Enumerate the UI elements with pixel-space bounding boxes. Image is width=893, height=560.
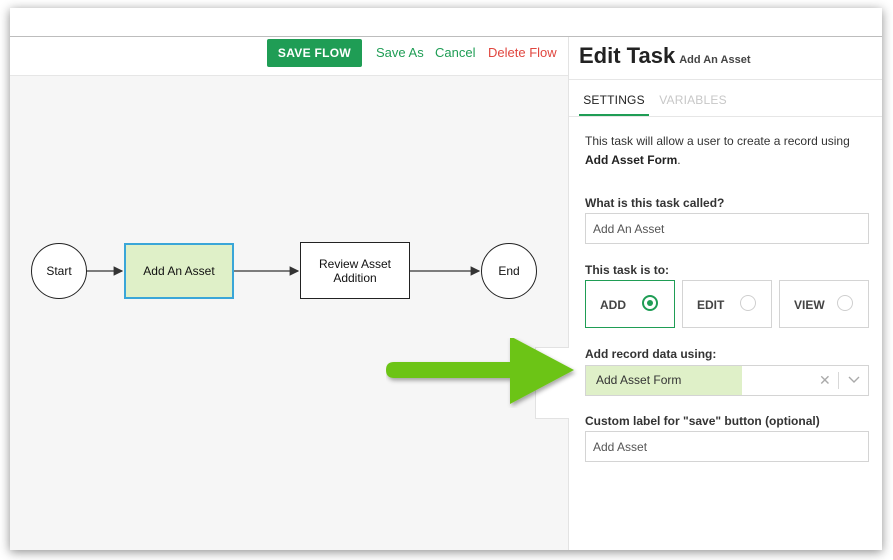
option-add-label: ADD	[600, 298, 626, 312]
option-view-label: VIEW	[794, 298, 825, 312]
save-flow-button[interactable]: SAVE FLOW	[267, 39, 362, 67]
flow-canvas[interactable]: Start Add An Asset Review Asset Addition…	[10, 76, 568, 550]
tab-variables[interactable]: VARIABLES	[657, 80, 729, 116]
flow-designer: SAVE FLOW Save As Cancel Delete Flow Sta…	[10, 37, 569, 550]
flow-node-label-line2: Addition	[333, 270, 377, 285]
app-window: SAVE FLOW Save As Cancel Delete Flow Sta…	[10, 8, 882, 550]
select-separator	[838, 372, 839, 389]
flow-node-label: End	[498, 264, 520, 278]
record-data-label: Add record data using:	[585, 347, 717, 361]
radio-unselected-icon	[837, 295, 853, 311]
save-label-label: Custom label for "save" button (optional…	[585, 414, 820, 428]
flow-node-review-asset[interactable]: Review Asset Addition	[300, 242, 410, 299]
flow-node-label: Add An Asset	[143, 264, 215, 278]
flow-node-add-asset[interactable]: Add An Asset	[124, 243, 234, 299]
option-view-card[interactable]: VIEW	[779, 280, 869, 328]
flow-node-start[interactable]: Start	[31, 243, 87, 299]
task-name-input[interactable]	[585, 213, 869, 244]
option-edit-card[interactable]: EDIT	[682, 280, 772, 328]
record-form-selected-value: Add Asset Form	[586, 366, 742, 395]
option-edit-label: EDIT	[697, 298, 725, 312]
tab-settings[interactable]: SETTINGS	[579, 80, 649, 116]
radio-selected-icon	[642, 295, 658, 311]
flow-node-label-line1: Review Asset	[318, 256, 392, 271]
description-form-name: Add Asset Form	[585, 153, 678, 167]
tabs-divider	[569, 116, 882, 117]
option-add-card[interactable]: ADD	[585, 280, 675, 328]
arrow-right-icon	[386, 338, 574, 404]
save-as-link[interactable]: Save As	[376, 45, 424, 60]
chevron-down-icon[interactable]	[847, 374, 861, 386]
task-type-label: This task is to:	[585, 263, 670, 277]
edit-task-panel: Edit Task Add An Asset SETTINGS VARIABLES…	[569, 37, 882, 550]
cancel-link[interactable]: Cancel	[435, 45, 475, 60]
x-icon[interactable]: ✕	[819, 372, 831, 388]
panel-title: Edit Task	[579, 43, 676, 68]
panel-title-row: Edit Task Add An Asset	[579, 43, 751, 69]
top-bar	[10, 8, 882, 37]
task-name-label: What is this task called?	[585, 196, 725, 210]
flow-node-end[interactable]: End	[481, 243, 537, 299]
radio-unselected-icon	[740, 295, 756, 311]
flow-edges	[86, 266, 481, 276]
description-suffix: .	[677, 153, 681, 167]
panel-subtitle: Add An Asset	[679, 54, 751, 66]
flow-node-label: Start	[46, 264, 72, 278]
flow-toolbar: SAVE FLOW Save As Cancel Delete Flow	[10, 37, 568, 76]
description-prefix: This task will allow a user to create a …	[585, 134, 850, 148]
record-form-select[interactable]: Add Asset Form ✕	[585, 365, 869, 396]
task-description: This task will allow a user to create a …	[585, 132, 875, 170]
delete-flow-link[interactable]: Delete Flow	[488, 45, 557, 60]
save-label-input[interactable]	[585, 431, 869, 462]
